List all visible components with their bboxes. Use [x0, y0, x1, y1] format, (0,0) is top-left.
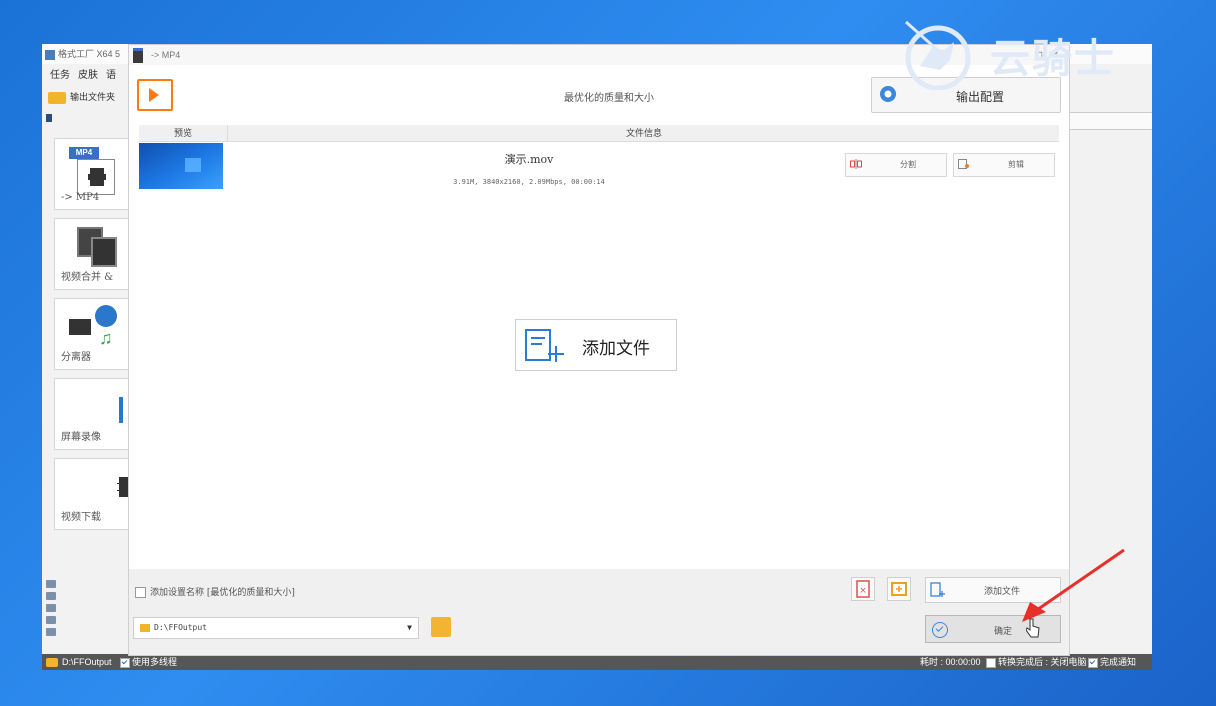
small-icon-3[interactable]: [46, 604, 56, 612]
hand-cursor-icon: [1026, 618, 1040, 638]
tool-label-screen-record: 屏幕录像: [61, 432, 101, 443]
reel-icon: [95, 305, 117, 327]
save-setting-name-checkbox[interactable]: 添加设置名称 [最优化的质量和大小]: [135, 585, 295, 598]
music-note-icon: ♫: [99, 328, 113, 348]
menu-skin[interactable]: 皮肤: [78, 70, 98, 81]
checkbox-icon: [135, 587, 146, 598]
format-video-icon: [137, 79, 173, 111]
main-menu-bar: 任务 皮肤语: [50, 66, 124, 81]
watermark-logo: 云骑士: [898, 14, 1198, 94]
folder-icon: [48, 91, 66, 104]
menu-task[interactable]: 任务: [50, 70, 70, 81]
browse-folder-button[interactable]: [431, 617, 451, 637]
tool-card-video-download[interactable]: 视频下载: [54, 458, 136, 530]
small-icon-1[interactable]: [46, 580, 56, 588]
split-label: 分割: [900, 160, 916, 169]
output-folder-button[interactable]: 输出文件夹: [48, 86, 128, 108]
dialog-app-icon: [133, 48, 143, 64]
add-file-icon: [930, 582, 945, 597]
output-path-select[interactable]: D:\FFOutput ▼: [133, 617, 419, 639]
status-bar: D:\FFOutput 使用多线程 耗时 : 00:00:00 转换完成后 : …: [42, 654, 1152, 670]
after-convert-label: 转换完成后 : 关闭电脑: [998, 657, 1087, 667]
video-file-icon: [77, 159, 115, 195]
mp4-badge: MP4: [69, 147, 99, 159]
tool-card-merge[interactable]: 视频合并 &: [54, 218, 136, 290]
add-file-icon: [525, 329, 564, 362]
tool-card-splitter[interactable]: ♫ 分离器: [54, 298, 136, 370]
small-icon-2[interactable]: [46, 592, 56, 600]
file-table-header: 预览 文件信息: [139, 125, 1059, 142]
elapsed-time: 耗时 : 00:00:00: [920, 657, 981, 667]
screen-icon: [119, 397, 123, 423]
multithread-label: 使用多线程: [132, 657, 178, 667]
output-folder-label: 输出文件夹: [70, 92, 116, 102]
multithread-toggle[interactable]: 使用多线程: [118, 654, 177, 670]
checkbox-icon: [986, 657, 996, 668]
column-file-info: 文件信息: [625, 128, 662, 138]
quality-option-link[interactable]: 最优化的质量和大小: [459, 89, 759, 104]
remove-file-icon: ×: [856, 580, 870, 598]
folder-icon: [46, 658, 58, 668]
watermark-text: 云骑士: [990, 36, 1116, 82]
gear-icon: [880, 86, 896, 102]
menu-language[interactable]: 语: [106, 70, 116, 81]
status-path: D:\FFOutput: [62, 657, 112, 667]
tool-label-mp4: -> MP4: [61, 192, 100, 203]
small-icon-5[interactable]: [46, 628, 56, 636]
tool-label-splitter: 分离器: [61, 352, 91, 363]
knight-logo-icon: [905, 20, 971, 90]
svg-text:×: ×: [859, 586, 867, 596]
side-small-icons: [46, 578, 60, 640]
right-panel-header: [1068, 112, 1152, 130]
cut-label: 剪辑: [1008, 160, 1024, 169]
checkbox-icon: [120, 657, 130, 668]
save-setting-name-label: 添加设置名称 [最优化的质量和大小]: [150, 588, 295, 598]
check-circle-icon: [932, 622, 948, 638]
tool-label-merge: 视频合并 &: [61, 272, 114, 283]
app-icon: [45, 49, 55, 60]
output-path-value: D:\FFOutput: [154, 623, 207, 632]
pointer-arrow-icon: [1022, 548, 1125, 622]
add-folder-button[interactable]: [887, 577, 911, 601]
video-thumbnail: [139, 143, 223, 189]
film-strip-icon: [69, 319, 91, 335]
add-folder-icon: [891, 582, 907, 596]
table-row[interactable]: 演示.mov 3.91M, 3840x2160, 2.09Mbps, 00:00…: [139, 143, 1059, 191]
notify-label: 完成通知: [1100, 657, 1137, 667]
split-icon: [850, 159, 862, 169]
file-meta: 3.91M, 3840x2160, 2.09Mbps, 00:00:14: [453, 178, 605, 186]
add-file-center-button[interactable]: 添加文件: [515, 319, 677, 371]
tool-label-video-download: 视频下载: [61, 512, 101, 523]
small-icon-4[interactable]: [46, 616, 56, 624]
tool-card-mp4[interactable]: MP4 -> MP4: [54, 138, 136, 210]
after-convert-toggle[interactable]: 转换完成后 : 关闭电脑: [984, 654, 1087, 670]
split-button[interactable]: 分割: [845, 153, 947, 177]
collapse-icon[interactable]: [46, 114, 52, 122]
column-preview: 预览: [139, 125, 228, 141]
dialog-bottom-panel: 添加设置名称 [最优化的质量和大小] × 添加文件 D:\FFOutput ▼ …: [129, 569, 1069, 655]
convert-dialog: -> MP4 □ × 最优化的质量和大小 输出配置 预览 文件信息 演示.mov…: [128, 44, 1070, 656]
tool-card-screen-record[interactable]: 屏幕录像: [54, 378, 136, 450]
scissors-icon: [958, 159, 969, 169]
notify-toggle[interactable]: 完成通知: [1086, 654, 1136, 670]
app-title: 格式工厂 X64 5: [58, 49, 121, 59]
film-icon-2: [91, 237, 117, 267]
file-name: 演示.mov: [504, 153, 554, 166]
add-file-center-label: 添加文件: [582, 339, 650, 359]
dialog-title: -> MP4: [151, 50, 181, 60]
remove-file-button[interactable]: ×: [851, 577, 875, 601]
checkbox-icon: [1088, 657, 1098, 668]
status-path-group[interactable]: D:\FFOutput: [46, 654, 112, 670]
folder-icon: [140, 623, 150, 632]
chevron-down-icon: ▼: [407, 623, 412, 632]
cut-button[interactable]: 剪辑: [953, 153, 1055, 177]
